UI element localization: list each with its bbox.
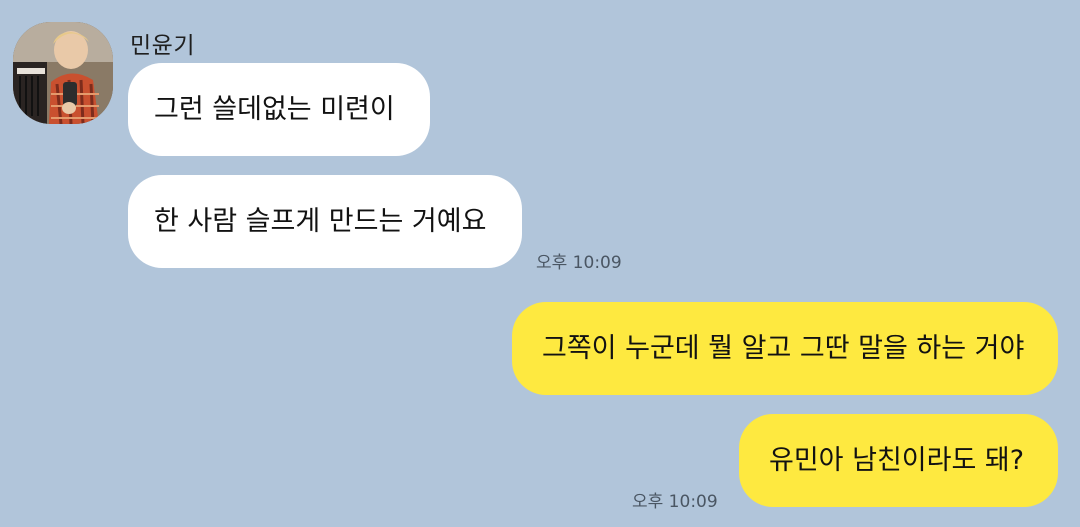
message-timestamp: 오후 10:09 <box>632 492 718 512</box>
message-text: 그쪽이 누군데 뭘 알고 그딴 말을 하는 거야 <box>542 333 1025 364</box>
contact-name: 민윤기 <box>130 33 195 59</box>
chat-room: 민윤기 그런 쓸데없는 미련이 한 사람 슬프게 만드는 거예요 오후 10:0… <box>0 0 1080 527</box>
message-bubble-outgoing[interactable]: 그쪽이 누군데 뭘 알고 그딴 말을 하는 거야 <box>512 302 1058 395</box>
message-text: 유민아 남친이라도 돼? <box>769 445 1025 476</box>
message-bubble-incoming[interactable]: 한 사람 슬프게 만드는 거예요 <box>128 175 522 268</box>
message-bubble-outgoing[interactable]: 유민아 남친이라도 돼? <box>739 414 1058 507</box>
avatar-photo <box>13 22 113 124</box>
message-bubble-incoming[interactable]: 그런 쓸데없는 미련이 <box>128 63 430 156</box>
message-text: 한 사람 슬프게 만드는 거예요 <box>154 206 487 237</box>
contact-avatar[interactable] <box>13 22 113 124</box>
message-timestamp: 오후 10:09 <box>536 253 622 273</box>
message-text: 그런 쓸데없는 미련이 <box>154 94 395 125</box>
